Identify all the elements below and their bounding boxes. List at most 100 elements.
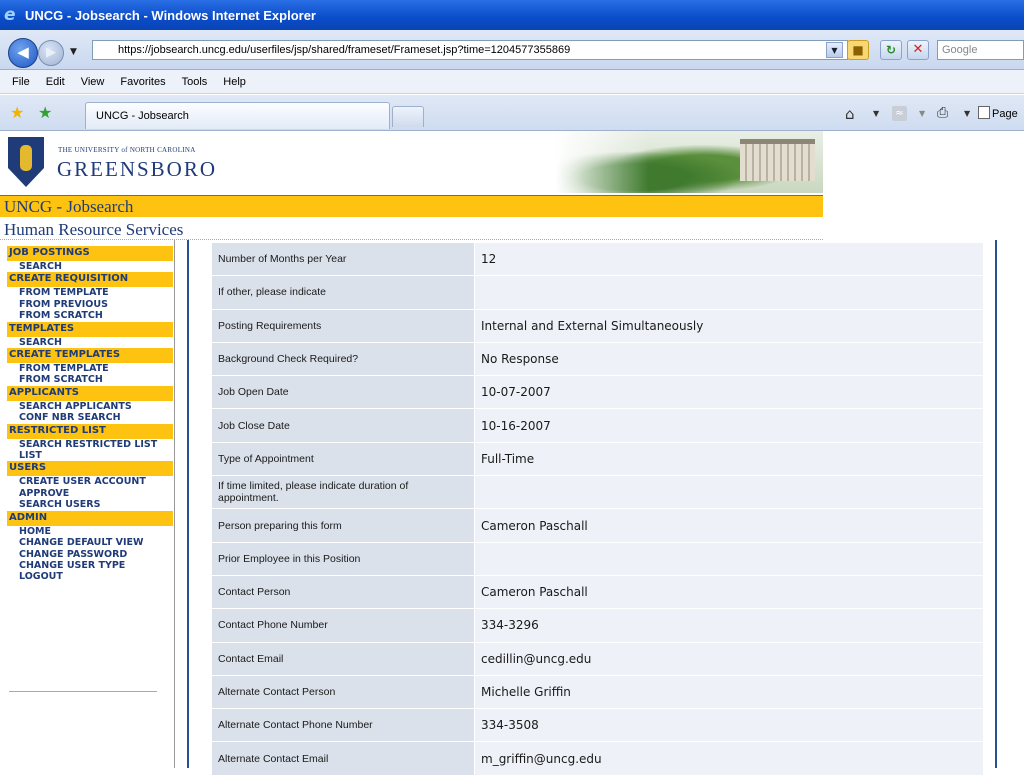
field-value: 334-3296 <box>474 609 983 642</box>
sidebar-link[interactable]: SEARCH APPLICANTS <box>7 401 173 412</box>
frame-divider[interactable] <box>174 240 175 768</box>
app-title-bar: UNCG - Jobsearch <box>0 195 823 217</box>
table-row: If time limited, please indicate duratio… <box>212 476 983 510</box>
sidebar-link[interactable]: LIST <box>7 450 173 461</box>
home-icon[interactable]: ⌂ <box>845 105 855 123</box>
sidebar-link[interactable]: CHANGE PASSWORD <box>7 549 173 560</box>
sidebar-link[interactable]: FROM PREVIOUS <box>7 299 173 310</box>
field-value: Internal and External Simultaneously <box>474 309 983 342</box>
stop-button[interactable]: ✕ <box>907 40 929 60</box>
feeds-dropdown-icon[interactable]: ▼ <box>919 109 925 118</box>
field-label: Job Close Date <box>212 409 474 442</box>
field-label: Person preparing this form <box>212 509 474 542</box>
field-value: Cameron Paschall <box>474 509 983 542</box>
menu-edit[interactable]: Edit <box>46 76 65 88</box>
tab-jobsearch[interactable]: UNCG - Jobsearch <box>85 102 390 129</box>
field-label: If other, please indicate <box>212 276 474 309</box>
sidebar-section-header: APPLICANTS <box>7 385 173 401</box>
sidebar-link[interactable]: SEARCH USERS <box>7 499 173 510</box>
table-row: Job Open Date 10-07-2007 <box>212 376 983 410</box>
table-row: Alternate Contact Person Michelle Griffin <box>212 675 983 710</box>
table-row: Contact Person Cameron Paschall <box>212 575 983 610</box>
sidebar-link[interactable]: CREATE USER ACCOUNT <box>7 476 173 487</box>
back-button[interactable]: ◀ <box>8 38 38 68</box>
print-icon[interactable]: ⎙ <box>937 105 948 121</box>
field-label: Alternate Contact Email <box>212 742 474 775</box>
menu-tools[interactable]: Tools <box>182 76 208 88</box>
sidebar-section-header: JOB POSTINGS <box>7 246 173 261</box>
field-value: 10-16-2007 <box>474 409 983 442</box>
feeds-icon[interactable]: ≈ <box>892 106 907 121</box>
field-label: Job Open Date <box>212 376 474 409</box>
sidebar-link[interactable]: LOGOUT <box>7 571 173 582</box>
sidebar-link[interactable]: SEARCH <box>7 337 173 348</box>
field-label: Type of Appointment <box>212 442 474 476</box>
department-title: Human Resource Services <box>0 218 823 240</box>
sidebar-section-header: USERS <box>7 461 173 477</box>
address-toolbar: ◀ ▶ ▼ https://jobsearch.uncg.edu/userfil… <box>0 30 1024 70</box>
page-menu-button[interactable]: Page <box>978 106 1018 120</box>
field-value <box>474 276 983 309</box>
menu-bar: File Edit View Favorites Tools Help <box>0 70 1024 94</box>
table-row: Job Close Date 10-16-2007 <box>212 409 983 443</box>
forward-button[interactable]: ▶ <box>38 40 64 66</box>
field-value: 334-3508 <box>474 709 983 742</box>
sidebar-link[interactable]: FROM TEMPLATE <box>7 363 173 374</box>
table-row: Contact Phone Number 334-3296 <box>212 609 983 643</box>
field-value <box>474 476 983 509</box>
sidebar-link[interactable]: CHANGE DEFAULT VIEW <box>7 537 173 548</box>
field-value <box>474 542 983 575</box>
menu-view[interactable]: View <box>81 76 105 88</box>
add-favorites-icon[interactable]: ★ <box>38 103 52 122</box>
menu-favorites[interactable]: Favorites <box>120 76 165 88</box>
field-value: Full-Time <box>474 442 983 476</box>
sidebar-link[interactable]: APPROVE <box>7 488 173 499</box>
table-row: Contact Email cedillin@uncg.edu <box>212 642 983 676</box>
sidebar-divider <box>9 691 157 692</box>
field-value: cedillin@uncg.edu <box>474 642 983 675</box>
table-row: If other, please indicate <box>212 276 983 310</box>
page-menu-label: Page <box>992 108 1018 120</box>
field-label: Prior Employee in this Position <box>212 542 474 575</box>
sidebar-link[interactable]: SEARCH <box>7 261 173 272</box>
sidebar-section-header: ADMIN <box>7 510 173 526</box>
table-row: Number of Months per Year 12 <box>212 243 983 277</box>
field-value: No Response <box>474 342 983 376</box>
sidebar-link[interactable]: FROM TEMPLATE <box>7 287 173 298</box>
campus-building-image <box>740 139 815 181</box>
content-left-border <box>187 240 189 768</box>
menu-file[interactable]: File <box>12 76 30 88</box>
field-label: If time limited, please indicate duratio… <box>212 476 474 509</box>
tab-bar: ★ ★ UNCG - Jobsearch ⌂ ▼ ≈ ▼ ⎙ ▼ Page <box>0 95 1024 131</box>
sidebar-link[interactable]: HOME <box>7 526 173 537</box>
sidebar-link[interactable]: FROM SCRATCH <box>7 310 173 321</box>
home-dropdown-icon[interactable]: ▼ <box>873 109 879 118</box>
favorites-star-icon[interactable]: ★ <box>10 103 24 122</box>
table-row: Alternate Contact Email m_griffin@uncg.ed… <box>212 742 983 776</box>
new-tab-button[interactable] <box>392 106 424 127</box>
content-right-border <box>995 240 997 768</box>
search-input[interactable]: Google <box>937 40 1024 60</box>
uncg-shield-logo-icon <box>8 137 44 187</box>
sidebar-section-header: TEMPLATES <box>7 321 173 337</box>
university-name: GREENSBORO <box>57 157 218 181</box>
print-dropdown-icon[interactable]: ▼ <box>964 109 970 118</box>
address-dropdown-icon[interactable]: ▼ <box>826 42 843 58</box>
posting-details-table: Number of Months per Year 12 If other, ple… <box>212 243 983 776</box>
menu-help[interactable]: Help <box>223 76 246 88</box>
sidebar-link[interactable]: SEARCH RESTRICTED LIST <box>7 439 173 450</box>
address-input[interactable]: https://jobsearch.uncg.edu/userfiles/jsp… <box>92 40 848 60</box>
sidebar-link[interactable]: CONF NBR SEARCH <box>7 412 173 423</box>
window-title: UNCG - Jobsearch - Windows Internet Expl… <box>25 7 316 23</box>
security-lock-icon[interactable]: ■ <box>847 40 869 60</box>
field-value: 12 <box>474 243 983 276</box>
sidebar-link[interactable]: FROM SCRATCH <box>7 374 173 385</box>
field-label: Contact Person <box>212 575 474 609</box>
refresh-button[interactable]: ↻ <box>880 40 902 60</box>
recent-pages-dropdown-icon[interactable]: ▼ <box>70 47 80 57</box>
field-value: 10-07-2007 <box>474 376 983 409</box>
sidebar-section-header: CREATE REQUISITION <box>7 272 173 288</box>
sidebar-link[interactable]: CHANGE USER TYPE <box>7 560 173 571</box>
ie-logo-icon: e <box>4 5 16 25</box>
field-label: Number of Months per Year <box>212 243 474 276</box>
